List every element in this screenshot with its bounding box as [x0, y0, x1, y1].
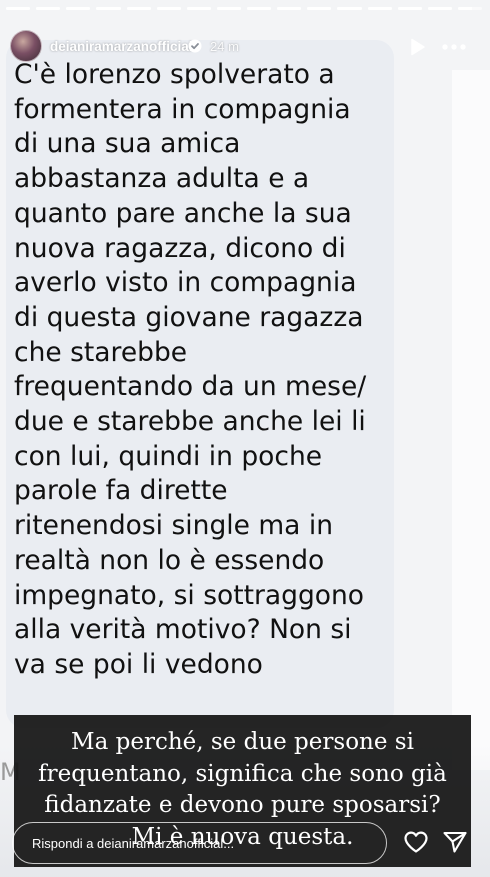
reply-placeholder: Rispondi a deianiramarzanofficial... [32, 836, 235, 851]
progress-segment [186, 7, 211, 10]
progress-segment [397, 7, 422, 10]
background-strip [452, 70, 490, 770]
progress-segment [66, 7, 91, 10]
progress-fill [277, 7, 302, 10]
progress-segment [457, 7, 482, 10]
play-icon[interactable] [410, 38, 426, 56]
progress-segment [337, 7, 362, 10]
progress-segment [96, 7, 121, 10]
progress-segment [247, 7, 272, 10]
reply-input[interactable]: Rispondi a deianiramarzanofficial... [12, 822, 387, 864]
more-icon[interactable] [441, 38, 467, 56]
progress-fill [367, 7, 392, 10]
progress-fill [457, 7, 473, 10]
progress-fill [126, 7, 151, 10]
progress-fill [337, 7, 362, 10]
progress-fill [397, 7, 422, 10]
username[interactable]: deianiramarzanofficial [50, 39, 193, 54]
story-progress-bar [6, 7, 482, 10]
progress-segment [367, 7, 392, 10]
progress-segment [307, 7, 332, 10]
progress-fill [36, 7, 61, 10]
message-text: C'è lorenzo spolverato a formentera in c… [14, 59, 367, 680]
avatar[interactable] [10, 30, 42, 62]
progress-fill [186, 7, 211, 10]
send-icon[interactable] [442, 830, 468, 854]
verified-badge-icon [188, 39, 202, 53]
progress-segment [427, 7, 452, 10]
progress-fill [427, 7, 452, 10]
progress-segment [6, 7, 31, 10]
progress-segment [277, 7, 302, 10]
progress-fill [216, 7, 241, 10]
post-time: 24 m [210, 39, 239, 54]
progress-segment [126, 7, 151, 10]
progress-fill [247, 7, 272, 10]
progress-fill [96, 7, 121, 10]
progress-fill [6, 7, 31, 10]
progress-fill [156, 7, 181, 10]
progress-segment [36, 7, 61, 10]
heart-icon[interactable] [403, 830, 429, 854]
progress-segment [156, 7, 181, 10]
progress-fill [66, 7, 91, 10]
progress-fill [307, 7, 332, 10]
progress-segment [216, 7, 241, 10]
story-header: deianiramarzanofficial 24 m [0, 30, 490, 64]
